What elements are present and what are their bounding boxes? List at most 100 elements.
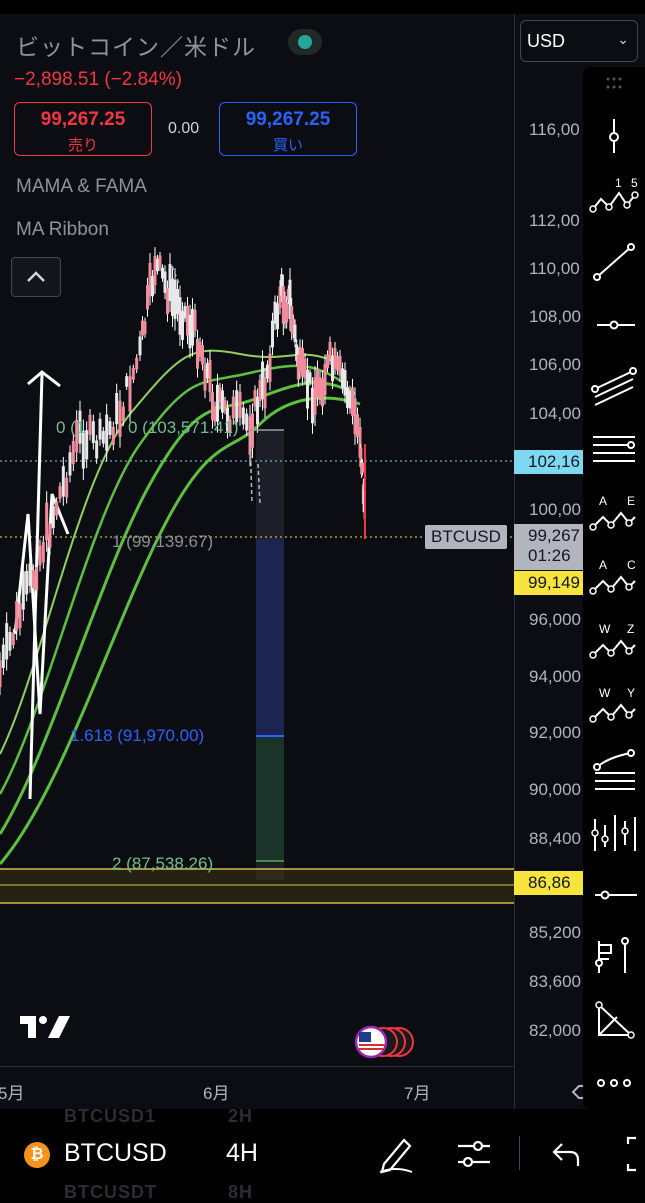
- candle-body: [105, 414, 109, 451]
- pattern-wy-tool[interactable]: W Y: [583, 679, 645, 731]
- fib-retracement-tool[interactable]: [583, 743, 645, 795]
- collapse-indicators-button[interactable]: [11, 257, 61, 297]
- elliott-impulse-tool[interactable]: 1 5: [583, 171, 645, 223]
- svg-text:A: A: [599, 494, 607, 508]
- candle-body: [41, 541, 45, 563]
- parallel-channel-icon: [591, 367, 637, 406]
- buy-price: 99,267.25: [245, 109, 331, 130]
- price-tick: 83,600: [529, 972, 581, 991]
- chart-area[interactable]: ビットコイン／米ドル −2,898.51 (−2.84%) 99,267.25 …: [0, 14, 514, 1109]
- candle-body: [38, 545, 42, 566]
- candle-body: [359, 447, 363, 461]
- pattern-wz-tool[interactable]: W Z: [583, 615, 645, 667]
- trend-line-tool[interactable]: [583, 235, 645, 287]
- fullscreen-icon[interactable]: [624, 1134, 645, 1174]
- pattern-ac-tool[interactable]: A C: [583, 551, 645, 603]
- price-change: −2,898.51 (−2.84%): [14, 69, 182, 90]
- pen-icon[interactable]: [376, 1134, 416, 1174]
- tradingview-logo: [20, 1016, 70, 1038]
- fib-label-2: 2 (87,538.26): [112, 854, 214, 873]
- parallel-channel-tool[interactable]: [583, 359, 645, 411]
- impulse-label-1: 1: [615, 176, 622, 190]
- candle-body: [361, 462, 364, 473]
- candle-body: [143, 321, 147, 335]
- candle-body: [241, 407, 245, 425]
- candle-body: [51, 506, 55, 529]
- indicator-settings-icon[interactable]: [454, 1134, 494, 1174]
- measure-tool[interactable]: [583, 929, 645, 981]
- candle-body: [8, 632, 12, 651]
- market-status-icon[interactable]: [288, 29, 322, 55]
- svg-text:W: W: [599, 686, 611, 700]
- candle-body: [111, 426, 115, 445]
- candle-body: [35, 566, 39, 591]
- candle-body: [28, 563, 32, 586]
- price-tick: 90,000: [529, 780, 581, 799]
- price-tick: 116,00: [529, 120, 580, 139]
- indicator-mama-fama[interactable]: MAMA & FAMA: [16, 176, 147, 198]
- svg-text:E: E: [627, 494, 635, 508]
- impulse-label-5: 5: [631, 176, 638, 190]
- candle-body: [98, 418, 102, 440]
- triangle-icon: [595, 1001, 635, 1039]
- horizontal-line-tool[interactable]: [583, 865, 645, 917]
- price-tick: 92,000: [529, 723, 581, 742]
- price-tick: 85,200: [529, 923, 581, 942]
- candle-body: [263, 377, 267, 409]
- vertical-ray-tool[interactable]: [583, 109, 645, 161]
- undo-icon[interactable]: [548, 1134, 588, 1174]
- pattern-ac-icon: A C: [589, 558, 636, 595]
- economic-events-icon[interactable]: [347, 1024, 417, 1060]
- fib-retracement-icon: [593, 749, 635, 790]
- pattern-ae-icon: A E: [589, 494, 636, 531]
- horizontal-lines-icon: [593, 436, 635, 462]
- candle-body: [18, 603, 22, 629]
- ghost-symbol-prev: BTCUSD1: [64, 1106, 157, 1126]
- buy-label: 買い: [272, 137, 303, 154]
- status-bar: [0, 0, 645, 14]
- candle-body: [48, 523, 52, 548]
- candle-body: [138, 336, 142, 356]
- candle-body: [158, 255, 162, 268]
- pattern-ae-tool[interactable]: A E: [583, 487, 645, 539]
- bitcoin-icon: ₿: [24, 1142, 50, 1168]
- price-tick: 94,000: [529, 667, 581, 686]
- candle-body: [21, 571, 25, 610]
- svg-text:A: A: [599, 558, 607, 572]
- horizontal-lines-tool[interactable]: [583, 423, 645, 475]
- horizontal-ray-tool[interactable]: [583, 299, 645, 351]
- toolbar-divider: [519, 1136, 520, 1170]
- candle-body: [15, 600, 19, 632]
- svg-text:Z: Z: [627, 622, 634, 636]
- candle-body: [0, 660, 2, 688]
- horizontal-line-icon: [595, 890, 637, 900]
- symbol-price-tag: BTCUSD: [425, 525, 507, 549]
- fib-zone-2: [256, 736, 284, 861]
- gann-fan-tool[interactable]: [583, 807, 645, 859]
- spread: 0.00: [168, 120, 200, 137]
- horizontal-ray-icon: [597, 320, 635, 330]
- more-tools-button[interactable]: [583, 1057, 645, 1109]
- price-tick: 100,00: [529, 500, 581, 519]
- time-axis[interactable]: 5月 6月 7月: [0, 1066, 514, 1109]
- triangle-tool[interactable]: [583, 993, 645, 1045]
- drag-handle-icon[interactable]: [603, 75, 625, 95]
- candle-body: [25, 570, 29, 595]
- fib-zone-1: [256, 539, 284, 736]
- chevron-up-icon: [27, 271, 45, 282]
- interval-picker[interactable]: 4H: [226, 1139, 258, 1168]
- symbol-picker[interactable]: BTCUSD: [64, 1139, 167, 1168]
- sell-button[interactable]: 99,267.25 売り: [14, 102, 152, 156]
- buy-button[interactable]: 99,267.25 買い: [219, 102, 357, 156]
- symbol-title: ビットコイン／米ドル: [16, 34, 256, 60]
- pattern-wy-icon: W Y: [589, 686, 636, 723]
- time-label-may: 5月: [0, 1084, 25, 1103]
- svg-text:C: C: [627, 558, 636, 572]
- price-tick: 106,00: [529, 355, 581, 374]
- support-zone: [0, 869, 514, 903]
- indicator-ma-ribbon[interactable]: MA Ribbon: [16, 219, 109, 241]
- candle-body: [95, 440, 99, 459]
- candle-body: [231, 396, 235, 419]
- fib-label-0-ghost: 0 (1: [56, 418, 86, 437]
- currency-select[interactable]: USD ⌄: [520, 20, 638, 62]
